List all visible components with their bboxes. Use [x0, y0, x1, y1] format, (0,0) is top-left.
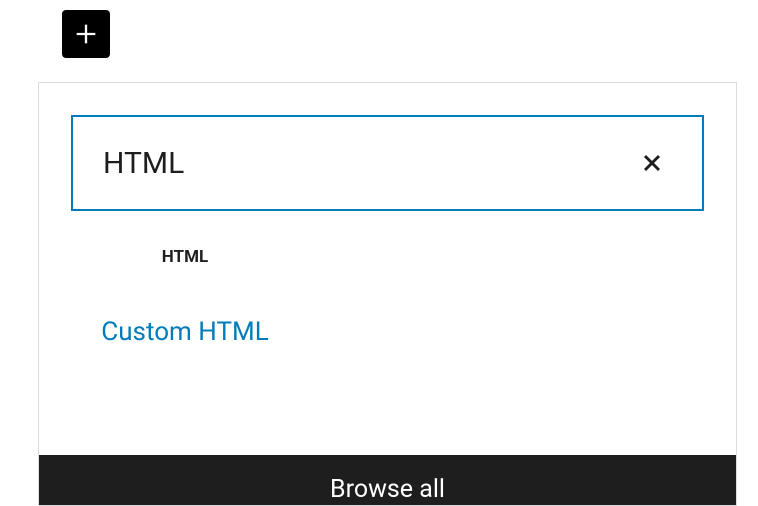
- search-box: [71, 115, 704, 211]
- block-title: Custom HTML: [101, 317, 268, 347]
- block-icon-label: HTML: [162, 247, 208, 267]
- search-results: HTML Custom HTML: [39, 211, 736, 455]
- browse-all-button[interactable]: Browse all: [39, 455, 736, 505]
- add-block-button[interactable]: [62, 10, 110, 58]
- close-icon: [638, 149, 666, 177]
- search-container: [39, 83, 736, 211]
- browse-all-label: Browse all: [330, 475, 445, 504]
- block-result-custom-html[interactable]: HTML Custom HTML: [95, 247, 275, 347]
- html-block-icon: HTML: [162, 247, 208, 307]
- block-inserter-panel: HTML Custom HTML Browse all: [38, 82, 737, 506]
- clear-search-button[interactable]: [632, 143, 672, 183]
- search-input[interactable]: [103, 146, 632, 181]
- plus-icon: [72, 20, 100, 48]
